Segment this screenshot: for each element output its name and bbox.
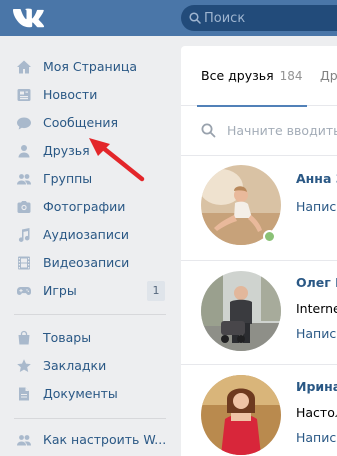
film-icon [18, 256, 30, 270]
sidebar-item-label: Как настроить W... [43, 432, 167, 447]
online-status-indicator [263, 230, 276, 243]
camera-icon [17, 201, 31, 213]
search-icon [189, 12, 201, 24]
friend-row: Ирина Настол Написа [181, 365, 337, 456]
top-bar [0, 0, 337, 36]
music-note-icon [18, 228, 30, 242]
friends-panel: Все друзья184 Др Анна З Напис [181, 46, 337, 456]
friends-count: 184 [279, 69, 303, 83]
sidebar-divider [14, 314, 166, 315]
write-message-link[interactable]: Написа [296, 199, 337, 214]
messages-icon [17, 117, 31, 130]
sidebar-item-label: Новости [43, 87, 98, 102]
sidebar-item-messages[interactable]: Сообщения [0, 109, 181, 137]
sidebar-item-label: Фотографии [43, 199, 126, 214]
friend-row: Анна З Написа [181, 157, 337, 261]
sidebar-item-my-page[interactable]: Моя Страница [0, 53, 181, 81]
sidebar-item-label: Закладки [43, 358, 107, 373]
sidebar-item-photos[interactable]: Фотографии [0, 193, 181, 221]
gamepad-icon [17, 287, 31, 295]
header-search[interactable] [181, 5, 337, 31]
news-icon [17, 89, 31, 101]
friends-tabs: Все друзья 184 Др [181, 46, 337, 107]
friend-avatar[interactable] [201, 271, 281, 351]
write-message-link[interactable]: Написа [296, 430, 337, 445]
star-icon [17, 359, 31, 372]
friend-info: Настол [296, 405, 337, 420]
header-search-input[interactable] [204, 5, 334, 31]
sidebar-item-label: Друзья [43, 143, 90, 158]
sidebar-item-label: Игры [43, 283, 77, 298]
red-arrow-annotation [89, 138, 145, 182]
games-count-badge: 1 [147, 281, 165, 301]
person-icon [18, 145, 30, 158]
sidebar-item-community[interactable]: Как настроить W... [0, 426, 181, 454]
tab-other[interactable]: Др [320, 46, 337, 106]
friend-info: Internet [296, 301, 337, 316]
left-sidebar: Моя Страница Новости Сообщения Друзья Гр… [0, 36, 181, 456]
sidebar-item-documents[interactable]: Документы [0, 380, 181, 408]
sidebar-item-label: Видеозаписи [43, 255, 130, 270]
tab-all-friends[interactable]: Все друзья 184 [197, 46, 307, 107]
sidebar-item-label: Документы [43, 386, 118, 401]
friend-row: Олег К Internet Написа [181, 261, 337, 365]
sidebar-item-bookmarks[interactable]: Закладки [0, 352, 181, 380]
friend-name[interactable]: Олег К [296, 275, 337, 290]
shopping-bag-icon [18, 330, 30, 345]
friend-name[interactable]: Анна З [296, 171, 337, 186]
friends-search[interactable] [181, 106, 337, 156]
friends-search-input[interactable] [227, 118, 337, 142]
sidebar-item-video[interactable]: Видеозаписи [0, 249, 181, 277]
sidebar-item-label: Сообщения [43, 115, 119, 130]
document-icon [19, 387, 29, 401]
groups-icon [17, 174, 31, 185]
home-icon [17, 60, 31, 74]
sidebar-item-goods[interactable]: Товары [0, 324, 181, 352]
community-icon [17, 435, 31, 446]
sidebar-item-audio[interactable]: Аудиозаписи [0, 221, 181, 249]
vk-logo[interactable] [13, 6, 47, 30]
search-icon [201, 123, 216, 138]
friend-name[interactable]: Ирина [296, 379, 337, 394]
sidebar-item-label: Товары [43, 330, 92, 345]
sidebar-item-label: Моя Страница [43, 59, 137, 74]
write-message-link[interactable]: Написа [296, 326, 337, 341]
tab-all-friends-label: Все друзья [201, 68, 274, 83]
sidebar-item-label: Аудиозаписи [43, 227, 129, 242]
sidebar-item-label: Группы [43, 171, 93, 186]
sidebar-item-news[interactable]: Новости [0, 81, 181, 109]
friend-avatar[interactable] [201, 375, 281, 455]
sidebar-divider [14, 418, 166, 419]
sidebar-item-games[interactable]: Игры 1 [0, 277, 181, 305]
